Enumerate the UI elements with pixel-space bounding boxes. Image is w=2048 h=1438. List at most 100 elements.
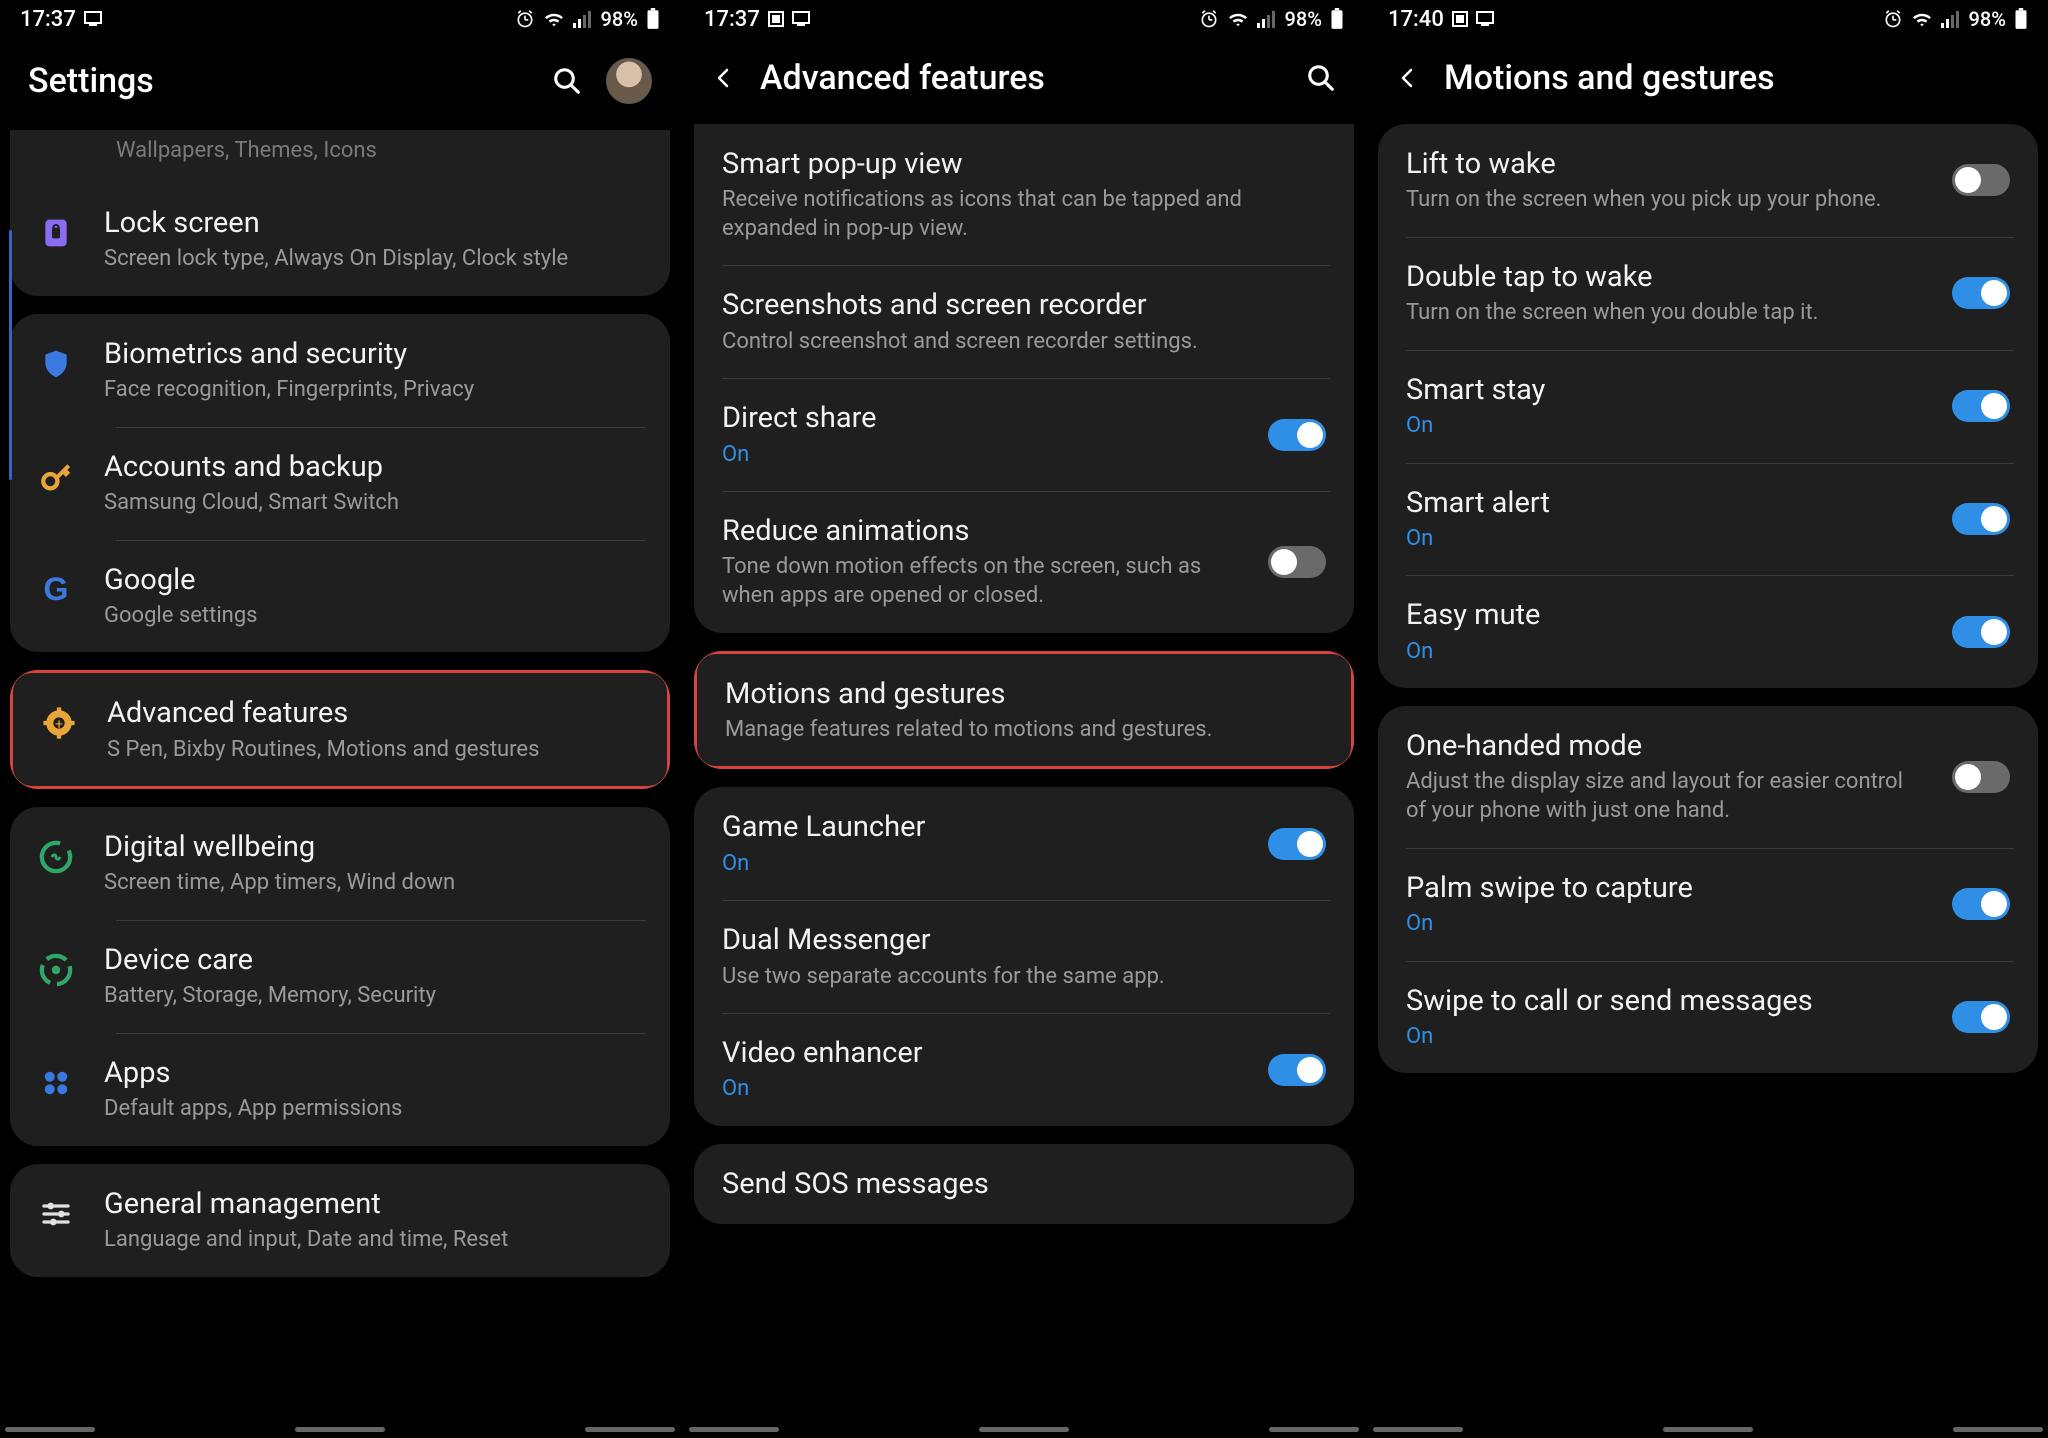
row-sub: On xyxy=(1406,525,1928,554)
settings-row[interactable]: Reduce animationsTone down motion effect… xyxy=(694,491,1354,632)
row-label: Palm swipe to capture xyxy=(1406,870,1928,906)
search-button[interactable] xyxy=(1306,63,1336,93)
search-button[interactable] xyxy=(552,66,582,96)
row-label: Direct share xyxy=(722,400,1244,436)
scroll-indicator xyxy=(9,230,12,480)
gear-plus-icon: + xyxy=(35,699,83,747)
toggle-switch[interactable] xyxy=(1952,277,2010,309)
settings-row[interactable]: Swipe to call or send messagesOn xyxy=(1378,961,2038,1074)
settings-row[interactable]: Video enhancer On xyxy=(694,1013,1354,1126)
row-sub: Tone down motion effects on the screen, … xyxy=(722,553,1244,610)
settings-row[interactable]: Smart pop-up viewReceive notifications a… xyxy=(694,124,1354,265)
settings-row[interactable]: Lock screenScreen lock type, Always On D… xyxy=(10,183,670,296)
toggle-switch[interactable] xyxy=(1952,888,2010,920)
content-scroll[interactable]: Lift to wakeTurn on the screen when you … xyxy=(1368,124,2048,1111)
settings-row[interactable]: Send SOS messages xyxy=(694,1144,1354,1224)
row-sub: On xyxy=(722,1075,1244,1104)
toggle-switch[interactable] xyxy=(1952,164,2010,196)
battery-icon xyxy=(2014,8,2028,30)
nav-bar xyxy=(684,1427,1364,1432)
wifi-icon xyxy=(543,10,565,28)
row-sub: On xyxy=(1406,1023,1928,1052)
status-bar: 17:40 98% xyxy=(1368,0,2048,38)
google-icon: G xyxy=(32,566,80,614)
settings-row[interactable]: Smart stayOn xyxy=(1378,350,2038,463)
settings-row[interactable]: Double tap to wakeTurn on the screen whe… xyxy=(1378,237,2038,350)
row-sub: Screen time, App timers, Wind down xyxy=(104,869,642,898)
toggle-switch[interactable] xyxy=(1952,503,2010,535)
status-time: 17:40 xyxy=(1388,7,1444,32)
truncated-row-sub: Wallpapers, Themes, Icons xyxy=(10,130,670,183)
settings-row[interactable]: Dual MessengerUse two separate accounts … xyxy=(694,900,1354,1013)
wellbeing-icon xyxy=(32,833,80,881)
row-sub: On xyxy=(1406,412,1928,441)
profile-avatar[interactable] xyxy=(606,58,652,104)
alarm-icon xyxy=(1883,9,1903,29)
row-label: Video enhancer xyxy=(722,1035,1244,1071)
row-sub: On xyxy=(1406,638,1928,667)
settings-row[interactable]: Digital wellbeingScreen time, App timers… xyxy=(10,807,670,920)
row-sub: Default apps, App permissions xyxy=(104,1095,642,1124)
row-label: Apps xyxy=(104,1055,642,1091)
settings-row[interactable]: Screenshots and screen recorderControl s… xyxy=(694,265,1354,378)
status-time: 17:37 xyxy=(704,7,760,32)
row-sub: S Pen, Bixby Routines, Motions and gestu… xyxy=(107,736,639,765)
row-sub: Google settings xyxy=(104,602,642,631)
nav-bar xyxy=(0,1427,680,1432)
row-label: Device care xyxy=(104,942,642,978)
wifi-icon xyxy=(1911,10,1933,28)
nav-bar xyxy=(1368,1427,2048,1432)
settings-row[interactable]: Game LauncherOn xyxy=(694,787,1354,900)
device-care-icon xyxy=(32,946,80,994)
shield-icon xyxy=(32,340,80,388)
apps-icon xyxy=(32,1059,80,1107)
settings-row[interactable]: Direct shareOn xyxy=(694,378,1354,491)
settings-row[interactable]: + Advanced featuresS Pen, Bixby Routines… xyxy=(10,670,670,789)
settings-row[interactable]: G GoogleGoogle settings xyxy=(10,540,670,653)
toggle-switch[interactable] xyxy=(1952,616,2010,648)
wifi-icon xyxy=(1227,10,1249,28)
key-icon xyxy=(32,453,80,501)
toggle-switch[interactable] xyxy=(1952,761,2010,793)
screen-motions-gestures: 17:40 98% Motions and gestures Lift to w… xyxy=(1368,0,2048,1438)
page-title: Motions and gestures xyxy=(1444,58,2020,98)
settings-row[interactable]: Smart alert On xyxy=(1378,463,2038,576)
row-label: Smart alert xyxy=(1406,485,1928,521)
settings-row[interactable]: Biometrics and securityFace recognition,… xyxy=(10,314,670,427)
alarm-icon xyxy=(515,9,535,29)
toggle-switch[interactable] xyxy=(1952,390,2010,422)
row-label: Screenshots and screen recorder xyxy=(722,287,1326,323)
content-scroll[interactable]: Wallpapers, Themes, Icons Lock screenScr… xyxy=(0,130,680,1315)
settings-row[interactable]: Apps Default apps, App permissions xyxy=(10,1033,670,1146)
status-bar: 17:37 98% xyxy=(684,0,1364,38)
toggle-switch[interactable] xyxy=(1952,1001,2010,1033)
settings-row[interactable]: Accounts and backupSamsung Cloud, Smart … xyxy=(10,427,670,540)
row-label: Lift to wake xyxy=(1406,146,1928,182)
toggle-switch[interactable] xyxy=(1268,546,1326,578)
toggle-switch[interactable] xyxy=(1268,1054,1326,1086)
battery-percent: 98% xyxy=(1969,7,2006,31)
battery-percent: 98% xyxy=(601,7,638,31)
toggle-switch[interactable] xyxy=(1268,828,1326,860)
settings-row[interactable]: Motions and gesturesManage features rela… xyxy=(694,651,1354,770)
row-sub: On xyxy=(1406,910,1928,939)
settings-row[interactable]: One-handed modeAdjust the display size a… xyxy=(1378,706,2038,847)
row-sub: Screen lock type, Always On Display, Clo… xyxy=(104,245,642,274)
cast-icon xyxy=(792,11,810,27)
row-sub: Samsung Cloud, Smart Switch xyxy=(104,489,642,518)
alarm-icon xyxy=(1199,9,1219,29)
signal-icon xyxy=(573,10,593,28)
settings-row[interactable]: Easy muteOn xyxy=(1378,575,2038,688)
settings-row[interactable]: General managementLanguage and input, Da… xyxy=(10,1164,670,1277)
status-time: 17:37 xyxy=(20,7,76,32)
screen-settings: 17:37 98% Settings Wallpapers, Themes, I… xyxy=(0,0,680,1438)
cast-icon xyxy=(1476,11,1494,27)
settings-row[interactable]: Lift to wakeTurn on the screen when you … xyxy=(1378,124,2038,237)
back-button[interactable] xyxy=(712,66,736,90)
content-scroll[interactable]: Smart pop-up viewReceive notifications a… xyxy=(684,124,1364,1262)
settings-row[interactable]: Device careBattery, Storage, Memory, Sec… xyxy=(10,920,670,1033)
settings-row[interactable]: Palm swipe to capture On xyxy=(1378,848,2038,961)
row-sub: On xyxy=(722,850,1244,879)
back-button[interactable] xyxy=(1396,66,1420,90)
toggle-switch[interactable] xyxy=(1268,419,1326,451)
